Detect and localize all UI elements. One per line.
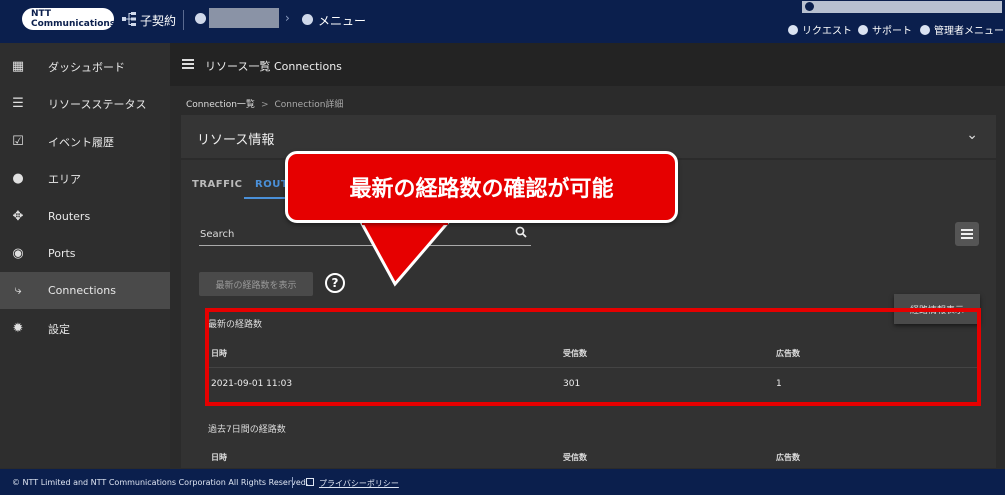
chevron-down-icon[interactable]: ⌄ xyxy=(966,127,978,143)
page-title: リソース一覧 Connections xyxy=(205,60,342,73)
support-link[interactable]: サポート xyxy=(858,22,912,37)
past7-col-received: 受信数 xyxy=(563,453,587,462)
gear-icon: ✹ xyxy=(12,320,24,336)
sidebar-item-dashboard[interactable]: ▦ ダッシュボード xyxy=(0,48,170,85)
user-icon xyxy=(805,2,814,11)
past7-col-datetime: 日時 xyxy=(211,453,227,462)
logo-text: NTT Communications xyxy=(31,9,116,29)
search-input-label[interactable]: Search xyxy=(200,229,234,240)
ntt-logo[interactable]: NTT Communications xyxy=(22,8,116,30)
calendar-check-icon: ☑ xyxy=(12,133,24,149)
grid-icon: ▦ xyxy=(11,58,25,74)
active-tab-indicator xyxy=(244,197,290,199)
check-circle-icon xyxy=(195,13,206,24)
show-latest-routes-button[interactable]: 最新の経路数を表示 xyxy=(199,272,313,296)
sidebar-item-ports[interactable]: ◉ Ports xyxy=(0,235,170,272)
request-label: リクエスト xyxy=(802,26,852,37)
list-line xyxy=(961,233,973,235)
resource-info-title: リソース情報 xyxy=(197,133,275,148)
sidebar: ▦ ダッシュボード ☰ リソースステータス ☑ イベント履歴 ● エリア ✥ R… xyxy=(0,43,170,468)
sidebar-item-label: Routers xyxy=(48,210,91,223)
contract-label[interactable]: 子契約 xyxy=(140,12,176,29)
sidebar-item-label: Ports xyxy=(48,247,76,260)
external-link-icon xyxy=(306,478,314,486)
menu-link[interactable]: メニュー xyxy=(318,12,366,29)
past7-col-advertised: 広告数 xyxy=(776,453,800,462)
contract-tree-icon xyxy=(122,12,136,26)
privacy-policy-link[interactable]: プライバシーポリシー xyxy=(319,478,399,489)
past7-section-title: 過去7日間の経路数 xyxy=(208,425,286,435)
help-circle-icon xyxy=(858,24,868,35)
main-header: リソース一覧 Connections xyxy=(170,43,1005,86)
search-icon[interactable] xyxy=(515,226,527,238)
gear-icon xyxy=(920,24,930,35)
menu-circle-icon xyxy=(302,14,313,25)
sidebar-item-settings[interactable]: ✹ 設定 xyxy=(0,310,170,347)
status-list-icon: ☰ xyxy=(12,95,24,111)
footer: © NTT Limited and NTT Communications Cor… xyxy=(0,469,1005,495)
help-icon[interactable]: ? xyxy=(325,273,345,293)
support-label: サポート xyxy=(872,26,912,37)
sidebar-item-label: 設定 xyxy=(48,322,70,336)
list-menu-button[interactable] xyxy=(955,222,979,246)
callout-bubble: 最新の経路数の確認が可能 xyxy=(285,151,678,223)
hamburger-menu-icon[interactable] xyxy=(182,59,194,69)
sidebar-item-connections[interactable]: ⤷ Connections xyxy=(0,272,170,309)
tab-traffic[interactable]: TRAFFIC xyxy=(192,179,242,190)
highlight-box xyxy=(205,308,981,406)
breadcrumb-separator: > xyxy=(260,100,269,110)
chevron-right-icon: › xyxy=(285,11,290,25)
sidebar-item-label: ダッシュボード xyxy=(48,60,125,74)
user-name-bar[interactable] xyxy=(802,1,1002,13)
footer-divider xyxy=(292,477,293,488)
globe-icon: ● xyxy=(12,170,24,186)
sidebar-item-label: エリア xyxy=(48,172,81,186)
sidebar-item-event-history[interactable]: ☑ イベント履歴 xyxy=(0,123,170,160)
masked-contract-name[interactable] xyxy=(209,8,279,28)
list-line xyxy=(961,229,973,231)
list-line xyxy=(961,237,973,239)
sidebar-item-label: Connections xyxy=(48,284,116,297)
copyright-text: © NTT Limited and NTT Communications Cor… xyxy=(12,478,309,487)
admin-label: 管理者メニュー xyxy=(934,26,1004,37)
sidebar-item-label: リソースステータス xyxy=(48,97,147,111)
connection-icon: ⤷ xyxy=(14,282,22,298)
admin-menu-link[interactable]: 管理者メニュー xyxy=(920,22,1004,37)
top-bar: NTT Communications 子契約 › メニュー リクエスト サポート… xyxy=(0,0,1005,43)
breadcrumb-current: Connection詳細 xyxy=(274,100,344,110)
sidebar-item-resource-status[interactable]: ☰ リソースステータス xyxy=(0,85,170,122)
breadcrumb: Connection一覧 > Connection詳細 xyxy=(186,97,343,110)
callout-text: 最新の経路数の確認が可能 xyxy=(349,177,614,202)
breadcrumb-root[interactable]: Connection一覧 xyxy=(186,100,255,110)
router-icon: ✥ xyxy=(12,208,24,224)
sidebar-item-label: イベント履歴 xyxy=(48,135,114,149)
toggle-icon: ◉ xyxy=(12,245,24,261)
bell-icon xyxy=(788,24,798,35)
request-link[interactable]: リクエスト xyxy=(788,22,852,37)
sidebar-item-routers[interactable]: ✥ Routers xyxy=(0,198,170,235)
callout-tail xyxy=(360,220,450,287)
header-divider xyxy=(183,10,184,30)
sidebar-item-area[interactable]: ● エリア xyxy=(0,160,170,197)
